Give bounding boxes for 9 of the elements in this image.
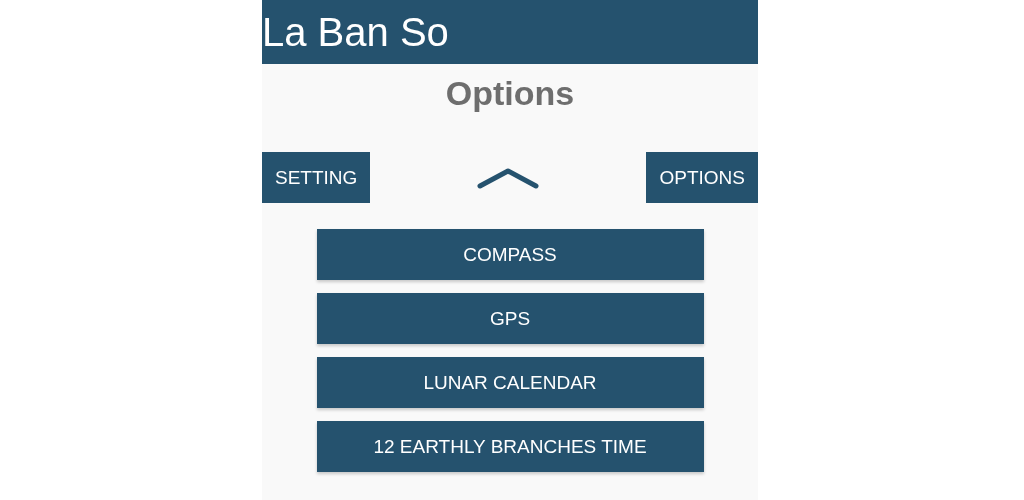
app-title: La Ban So bbox=[262, 12, 449, 52]
page-heading: Options bbox=[444, 74, 576, 114]
setting-button[interactable]: SETTING bbox=[262, 152, 371, 203]
options-button[interactable]: OPTIONS bbox=[646, 152, 758, 203]
menu-button[interactable]: LUNAR CALENDAR bbox=[316, 357, 704, 408]
chevron-up-icon[interactable] bbox=[477, 166, 540, 189]
menu-button[interactable]: GPS bbox=[316, 293, 704, 344]
menu-button[interactable]: 12 EARTHLY BRANCHES TIME bbox=[316, 421, 704, 472]
menu-button[interactable]: COMPASS bbox=[316, 229, 704, 280]
